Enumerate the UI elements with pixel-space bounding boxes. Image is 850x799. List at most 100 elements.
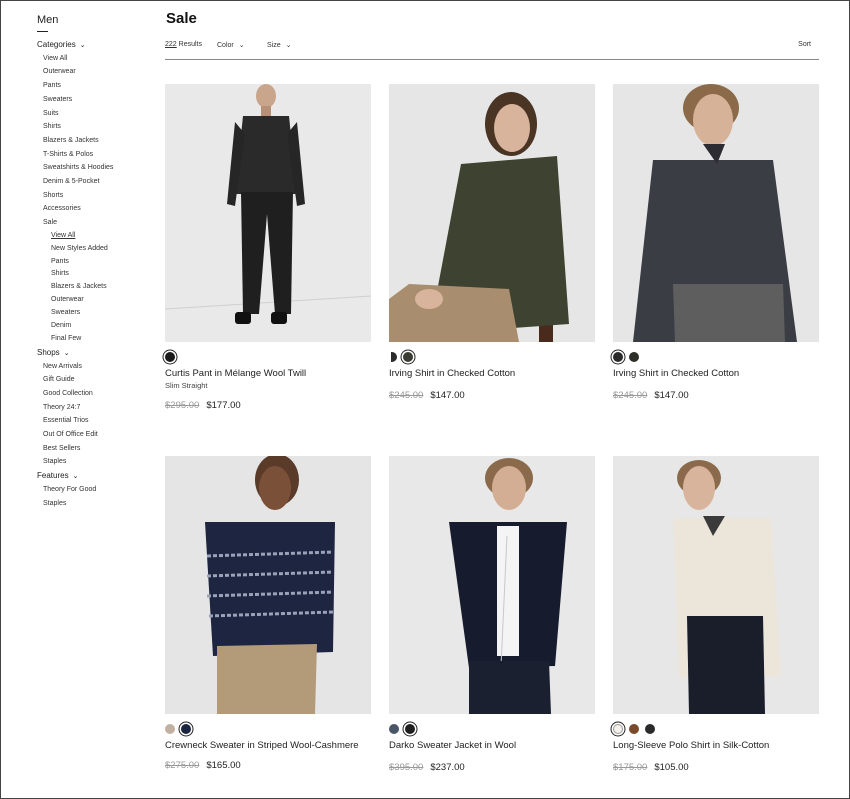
sidebar-item-view-all[interactable]: View All (37, 52, 157, 66)
shops-label: Shops (37, 348, 60, 358)
shop-item-out-of-office[interactable]: Out Of Office Edit (37, 428, 157, 442)
sidebar-item-outerwear[interactable]: Outerwear (37, 65, 157, 79)
sidebar-item-sweatshirts-hoodies[interactable]: Sweatshirts & Hoodies (37, 161, 157, 175)
product-name[interactable]: Crewneck Sweater in Striped Wool-Cashmer… (165, 740, 371, 752)
color-swatch[interactable] (613, 724, 623, 734)
price-row: $395.00 $237.00 (389, 762, 595, 773)
product-name[interactable]: Irving Shirt in Checked Cotton (389, 368, 595, 380)
feature-item-staples[interactable]: Staples (37, 497, 157, 511)
shop-item-theory-247[interactable]: Theory 24:7 (37, 401, 157, 415)
original-price: $395.00 (389, 762, 424, 773)
original-price: $245.00 (389, 390, 424, 401)
shop-item-best-sellers[interactable]: Best Sellers (37, 442, 157, 456)
model-photo (613, 84, 819, 342)
product-card[interactable]: Long-Sleeve Polo Shirt in Silk-Cotton $1… (613, 456, 819, 773)
color-swatch[interactable] (165, 352, 175, 362)
color-swatch[interactable] (645, 724, 655, 734)
product-card[interactable]: Darko Sweater Jacket in Wool $395.00 $23… (389, 456, 595, 773)
size-filter-button[interactable]: Size ⌄ (267, 41, 292, 49)
sale-item-view-all[interactable]: View All (37, 230, 157, 243)
original-price: $295.00 (165, 400, 200, 411)
shops-toggle[interactable]: Shops ⌄ (37, 346, 157, 360)
sidebar-item-shorts[interactable]: Shorts (37, 189, 157, 203)
original-price: $245.00 (613, 390, 648, 401)
sale-price: $165.00 (206, 760, 241, 771)
product-card[interactable]: Irving Shirt in Checked Cotton $245.00 $… (613, 84, 819, 401)
filter-bar: 222 Results Color ⌄ Size ⌄ Sort (165, 38, 819, 60)
color-swatch[interactable] (405, 724, 415, 734)
sidebar-item-sale[interactable]: Sale (37, 216, 157, 230)
chevron-down-icon: ⌄ (285, 42, 292, 49)
sale-item-view-all-label: View All (51, 231, 76, 239)
sale-item-outerwear[interactable]: Outerwear (37, 294, 157, 307)
sort-button[interactable]: Sort (798, 41, 811, 48)
color-swatch[interactable] (389, 724, 399, 734)
shop-item-essential-trios[interactable]: Essential Trios (37, 414, 157, 428)
price-row: $275.00 $165.00 (165, 760, 371, 771)
product-image[interactable] (389, 84, 595, 342)
color-swatch[interactable] (181, 724, 191, 734)
sale-item-final-few[interactable]: Final Few (37, 333, 157, 346)
sidebar-item-tshirts-polos[interactable]: T-Shirts & Polos (37, 148, 157, 162)
shop-item-staples[interactable]: Staples (37, 455, 157, 469)
sale-item-new-styles[interactable]: New Styles Added (37, 243, 157, 256)
sidebar-item-shirts[interactable]: Shirts (37, 120, 157, 134)
sale-item-pants[interactable]: Pants (37, 256, 157, 269)
color-swatch[interactable] (613, 352, 623, 362)
color-swatch[interactable] (629, 724, 639, 734)
product-card[interactable]: Crewneck Sweater in Striped Wool-Cashmer… (165, 456, 371, 771)
page-title: Sale (166, 10, 197, 27)
color-swatch[interactable] (391, 352, 397, 362)
color-swatches (389, 351, 595, 363)
color-swatch[interactable] (403, 352, 413, 362)
sidebar-item-suits[interactable]: Suits (37, 107, 157, 121)
original-price: $275.00 (165, 760, 200, 771)
price-row: $245.00 $147.00 (613, 390, 819, 401)
chevron-down-icon: ⌄ (72, 472, 79, 480)
sidebar-title-underline (37, 31, 48, 32)
color-swatch[interactable] (629, 352, 639, 362)
product-image[interactable] (165, 84, 371, 342)
sidebar-nav: Men Categories ⌄ View All Outerwear Pant… (37, 14, 157, 510)
sale-price: $105.00 (654, 762, 689, 773)
shop-item-good-collection[interactable]: Good Collection (37, 387, 157, 401)
categories-toggle[interactable]: Categories ⌄ (37, 38, 157, 52)
product-card[interactable]: Irving Shirt in Checked Cotton $245.00 $… (389, 84, 595, 401)
shop-item-gift-guide[interactable]: Gift Guide (37, 373, 157, 387)
sale-item-blazers-jackets[interactable]: Blazers & Jackets (37, 281, 157, 294)
product-name[interactable]: Irving Shirt in Checked Cotton (613, 368, 819, 380)
sidebar-item-pants[interactable]: Pants (37, 79, 157, 93)
chevron-down-icon: ⌄ (79, 41, 86, 49)
sale-item-sweaters[interactable]: Sweaters (37, 307, 157, 320)
color-filter-button[interactable]: Color ⌄ (217, 41, 245, 49)
product-name[interactable]: Darko Sweater Jacket in Wool (389, 740, 595, 752)
results-number: 222 (165, 41, 177, 48)
sale-item-denim[interactable]: Denim (37, 320, 157, 333)
feature-item-theory-for-good[interactable]: Theory For Good (37, 483, 157, 497)
product-image[interactable] (389, 456, 595, 714)
color-swatches (389, 723, 595, 735)
sidebar-title[interactable]: Men (37, 14, 157, 26)
color-swatches (165, 723, 371, 735)
product-image[interactable] (613, 456, 819, 714)
product-fit: Slim Straight (165, 381, 208, 390)
sidebar-item-denim[interactable]: Denim & 5-Pocket (37, 175, 157, 189)
model-photo (389, 456, 595, 714)
chevron-down-icon: ⌄ (238, 42, 245, 49)
color-swatch[interactable] (165, 724, 175, 734)
features-toggle[interactable]: Features ⌄ (37, 469, 157, 483)
product-image[interactable] (165, 456, 371, 714)
sidebar-item-sweaters[interactable]: Sweaters (37, 93, 157, 107)
model-photo (389, 84, 595, 342)
product-card[interactable]: Curtis Pant in Mélange Wool Twill Slim S… (165, 84, 371, 411)
shop-item-new-arrivals[interactable]: New Arrivals (37, 360, 157, 374)
sale-item-shirts[interactable]: Shirts (37, 268, 157, 281)
product-name[interactable]: Long-Sleeve Polo Shirt in Silk-Cotton (613, 740, 819, 752)
sale-price: $177.00 (206, 400, 241, 411)
product-name[interactable]: Curtis Pant in Mélange Wool Twill (165, 368, 371, 380)
color-swatches (613, 723, 819, 735)
product-image[interactable] (613, 84, 819, 342)
sidebar-item-accessories[interactable]: Accessories (37, 202, 157, 216)
sidebar-item-blazers-jackets[interactable]: Blazers & Jackets (37, 134, 157, 148)
price-row: $245.00 $147.00 (389, 390, 595, 401)
